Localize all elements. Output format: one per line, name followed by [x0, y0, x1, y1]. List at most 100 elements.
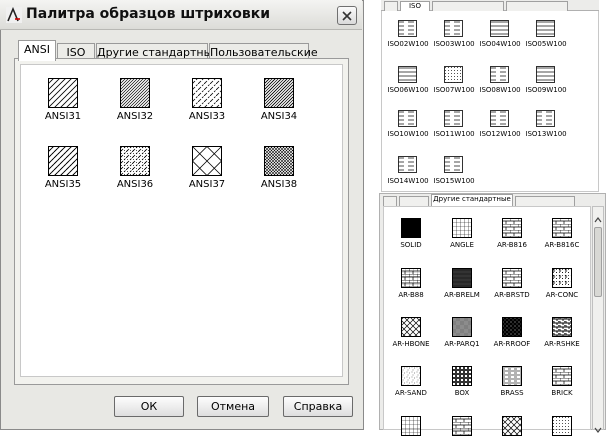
pattern-partial[interactable] [502, 416, 522, 440]
pattern-iso10w100[interactable] [398, 110, 417, 131]
pattern-ansi37[interactable] [191, 145, 223, 180]
pattern-iso14w100[interactable] [398, 156, 417, 177]
ar-rroof-swatch [502, 317, 522, 337]
cancel-button[interactable]: Отмена [197, 396, 269, 417]
iso-panel-tab-iso[interactable]: ISO [400, 1, 430, 11]
pattern-label: AR-BRELM [444, 291, 480, 299]
pattern-solid[interactable] [401, 218, 421, 242]
other-panel-tab-ansi[interactable] [383, 196, 397, 206]
pattern-partial[interactable] [401, 416, 421, 440]
dialog-title: Палитра образцов штриховки [26, 6, 271, 22]
pattern-iso04w100[interactable] [490, 20, 509, 41]
pattern-label: BOX [454, 389, 470, 397]
tab-ansi[interactable]: ANSI [18, 40, 56, 61]
ar-brstd-swatch [502, 268, 522, 288]
autocad-app-icon [6, 6, 22, 23]
pattern-label: ANSI33 [188, 111, 226, 122]
pattern-ar-parq1[interactable] [452, 317, 472, 341]
pattern-brass[interactable] [502, 366, 522, 390]
pattern-ar-rroof[interactable] [502, 317, 522, 341]
scroll-down-icon[interactable] [594, 419, 602, 433]
pattern-label: AR-B816C [544, 241, 580, 249]
pattern-ar-conc[interactable] [552, 268, 572, 292]
pattern-partial[interactable] [452, 416, 472, 440]
pattern-label: ISO02W100 [387, 40, 429, 48]
pattern-iso15w100[interactable] [444, 156, 463, 177]
pattern-ansi32[interactable] [120, 78, 150, 112]
pattern-label: ANSI34 [260, 111, 298, 122]
pattern-label: AR-RSHKE [544, 340, 580, 348]
pattern-label: ANSI37 [188, 179, 226, 190]
ar-brelm-swatch [452, 268, 472, 288]
iso06w100-swatch [398, 66, 417, 83]
pattern-label: AR-PARQ1 [444, 340, 480, 348]
pattern-label: AR-CONC [545, 291, 579, 299]
ansi33-swatch [192, 78, 222, 108]
pattern-label: ISO11W100 [433, 130, 475, 138]
pattern-iso06w100[interactable] [398, 66, 417, 87]
ansi38-swatch [264, 146, 294, 176]
iso-panel-tab-custom[interactable] [506, 1, 568, 11]
pattern-ar-sand[interactable] [401, 366, 421, 390]
pattern-iso12w100[interactable] [490, 110, 509, 131]
pattern-iso03w100[interactable] [444, 20, 463, 41]
pattern-ar-b816c[interactable] [552, 218, 572, 242]
pattern-label: ISO04W100 [479, 40, 521, 48]
pattern-iso09w100[interactable] [536, 66, 555, 87]
iso13w100-swatch [536, 110, 555, 127]
pattern-ar-b816[interactable] [502, 218, 522, 242]
iso-panel-tab-ansi[interactable] [384, 1, 398, 11]
pattern-ar-b88[interactable] [401, 268, 421, 292]
help-button[interactable]: Справка [283, 396, 353, 417]
pattern-label: AR-HBONE [392, 340, 430, 348]
iso-panel-tab-other[interactable] [432, 1, 504, 11]
pattern-ar-brelm[interactable] [452, 268, 472, 292]
pattern-label: AR-RROOF [493, 340, 531, 348]
pattern-ansi33[interactable] [192, 78, 222, 112]
pattern-box[interactable] [452, 366, 472, 390]
pattern-partial[interactable] [552, 416, 572, 440]
brick-swatch [552, 366, 572, 386]
pattern-brick[interactable] [552, 366, 572, 390]
angle-swatch [452, 218, 472, 238]
pattern-label: AR-SAND [395, 389, 427, 397]
pattern-label: ISO06W100 [387, 86, 429, 94]
pattern-iso13w100[interactable] [536, 110, 555, 131]
pattern-iso02w100[interactable] [398, 20, 417, 41]
pattern-ar-brstd[interactable] [502, 268, 522, 292]
pattern-ansi31[interactable] [48, 78, 78, 112]
pattern-angle[interactable] [452, 218, 472, 242]
pattern-iso07w100[interactable] [444, 66, 463, 87]
pattern-label: ISO13W100 [525, 130, 567, 138]
pattern-ansi38[interactable] [264, 146, 294, 180]
pattern-ar-hbone[interactable] [401, 317, 421, 341]
ansi37-swatch [191, 145, 223, 177]
pattern-label: ISO12W100 [479, 130, 521, 138]
solid-swatch [401, 218, 421, 238]
ar-b816c-swatch [552, 218, 572, 238]
ansi35-swatch [48, 146, 78, 176]
pattern-ansi35[interactable] [48, 146, 78, 180]
scroll-up-icon[interactable] [594, 209, 602, 223]
pattern-label: ISO03W100 [433, 40, 475, 48]
other-panel-tab-iso[interactable] [399, 196, 429, 206]
ansi31-swatch [48, 78, 78, 108]
pattern-iso08w100[interactable] [490, 66, 509, 87]
pattern-ansi34[interactable] [264, 78, 294, 112]
pattern-label: ISO05W100 [525, 40, 567, 48]
ok-button[interactable]: ОК [114, 396, 184, 417]
close-button[interactable] [337, 6, 357, 25]
scroll-thumb[interactable] [594, 227, 602, 297]
other-panel-tab-other[interactable]: Другие стандартные [431, 194, 513, 206]
pattern-iso05w100[interactable] [536, 20, 555, 41]
vertical-scrollbar[interactable] [592, 206, 604, 433]
ar-hbone-swatch [401, 317, 421, 337]
ar-b88-swatch [401, 268, 421, 288]
pattern-ar-rshke[interactable] [552, 317, 572, 341]
pattern-ansi36[interactable] [120, 146, 150, 180]
other-panel-tab-custom[interactable] [515, 196, 575, 206]
iso04w100-swatch [490, 20, 509, 37]
pattern-label: ISO15W100 [433, 177, 475, 185]
pattern-iso11w100[interactable] [444, 110, 463, 131]
pattern-label: AR-B816 [497, 241, 527, 249]
